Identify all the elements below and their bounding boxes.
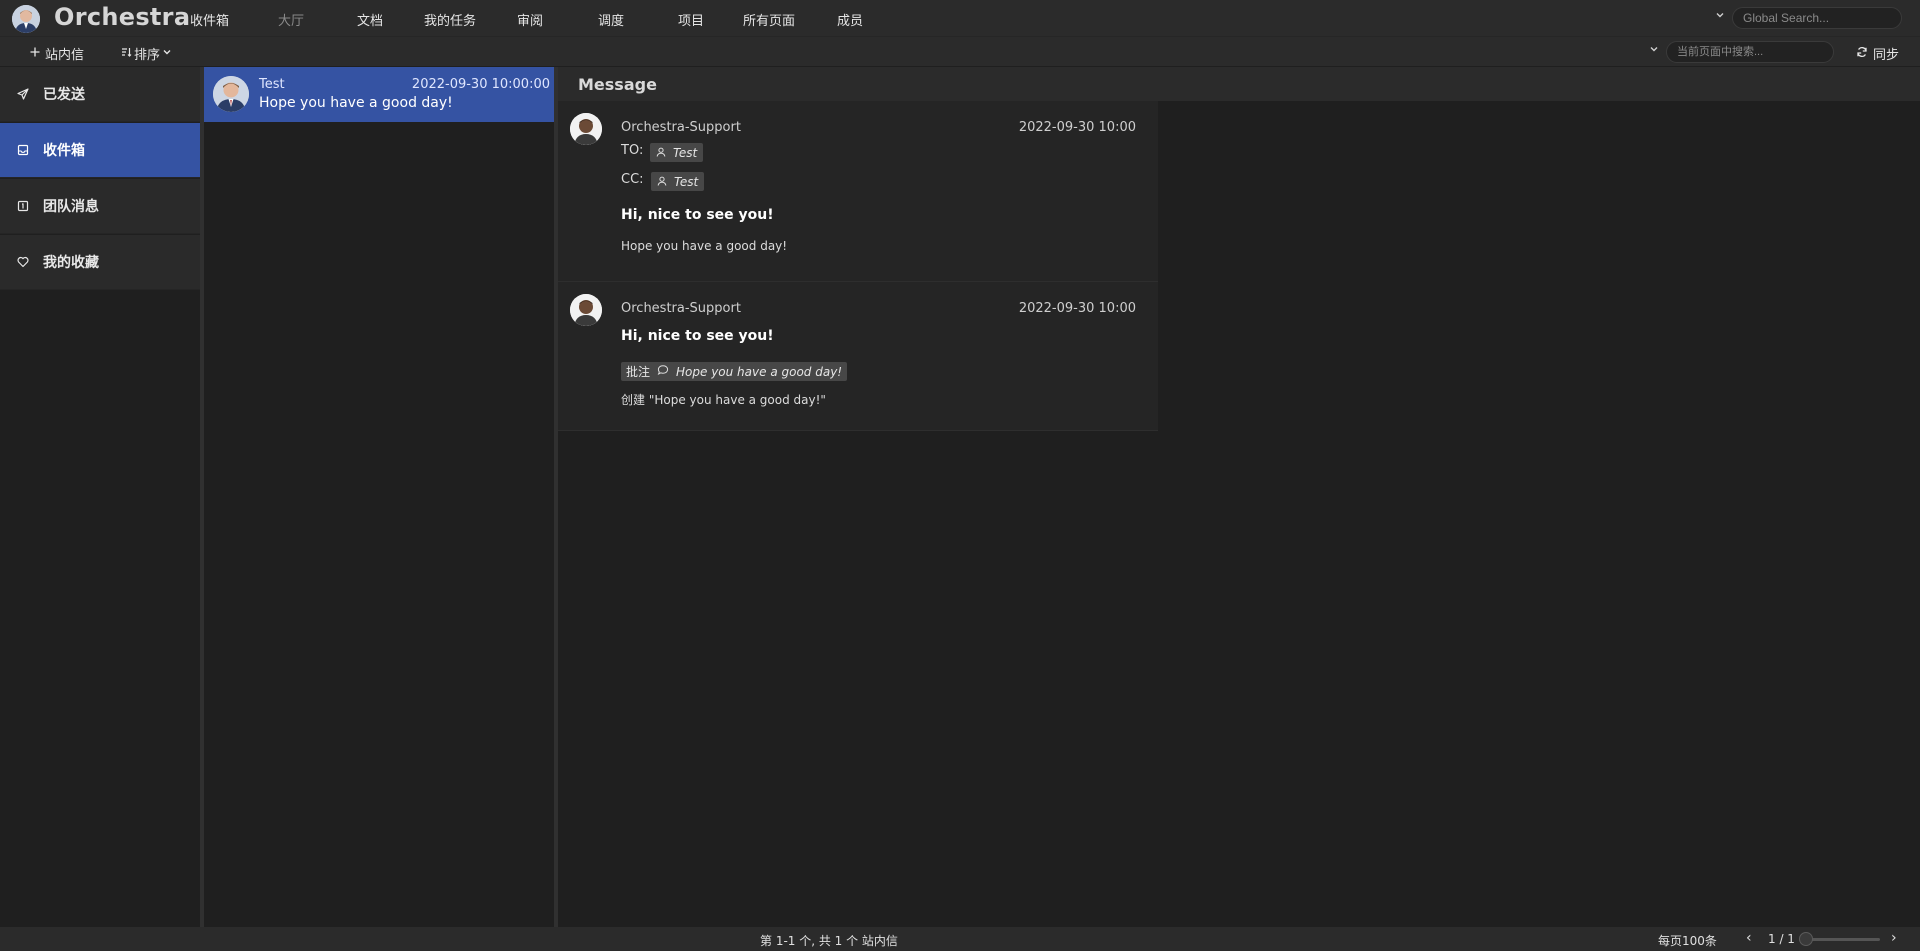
global-search	[1712, 7, 1904, 29]
entry-body: 创建 "Hope you have a good day!"	[621, 393, 826, 407]
nav-my-tasks[interactable]: 我的任务	[424, 10, 476, 29]
nav-projects[interactable]: 项目	[678, 10, 704, 29]
app-logo[interactable]: Orchestra	[54, 3, 190, 31]
annotation-text: Hope you have a good day!	[676, 364, 843, 379]
entry-headline: Hi, nice to see you!	[621, 207, 774, 223]
avatar	[570, 294, 602, 326]
entry-headline: Hi, nice to see you!	[621, 328, 774, 344]
message-list: Test 2022-09-30 10:00:00 Hope you have a…	[204, 67, 554, 927]
message-detail: Message Orchestra-Support 2022-09-30 10:…	[558, 67, 1920, 927]
annotation-label: 批注	[626, 365, 651, 379]
sidebar-item-favorites[interactable]: 我的收藏	[0, 235, 200, 290]
new-message-button[interactable]: 站内信	[30, 44, 84, 63]
page-size-selector[interactable]: 每页100条	[1658, 932, 1717, 949]
sidebar-item-label: 已发送	[43, 87, 85, 103]
chevron-down-icon[interactable]	[1712, 10, 1728, 26]
plus-icon	[30, 46, 40, 61]
message-sender: Test	[259, 77, 285, 92]
nav-all-pages[interactable]: 所有页面	[743, 10, 795, 29]
sidebar-item-label: 收件箱	[43, 143, 85, 159]
nav-inbox[interactable]: 收件箱	[190, 10, 229, 29]
thread-entry: Orchestra-Support 2022-09-30 10:00 TO: T…	[558, 101, 1158, 282]
entry-sender: Orchestra-Support	[621, 301, 741, 316]
sidebar-item-label: 我的收藏	[43, 255, 99, 271]
sidebar-item-sent[interactable]: 已发送	[0, 67, 200, 122]
message-thread: Orchestra-Support 2022-09-30 10:00 TO: T…	[558, 101, 1158, 431]
chevron-down-icon[interactable]	[1646, 44, 1662, 60]
entry-time: 2022-09-30 10:00	[1018, 301, 1136, 316]
team-message-icon	[17, 200, 29, 212]
message-time: 2022-09-30 10:00:00	[411, 77, 550, 92]
detail-header: Message	[558, 67, 1920, 101]
sync-label: 同步	[1873, 48, 1900, 63]
toolbar: 站内信 排序 同步	[0, 36, 1920, 66]
page-indicator: 1 / 1	[1768, 932, 1795, 946]
user-avatar[interactable]	[12, 5, 40, 33]
send-icon	[17, 88, 29, 100]
sort-button[interactable]: 排序	[120, 44, 172, 63]
annotation-tag[interactable]: 批注 Hope you have a good day!	[621, 362, 848, 381]
avatar	[570, 113, 602, 145]
nav-docs[interactable]: 文档	[357, 10, 383, 29]
message-subject: Hope you have a good day!	[259, 95, 453, 111]
page-slider-track[interactable]	[1804, 938, 1880, 941]
cc-name: Test	[674, 174, 699, 189]
sync-button[interactable]: 同步	[1856, 44, 1899, 63]
sort-icon	[120, 46, 132, 62]
to-label: TO:	[621, 143, 644, 158]
chevron-down-icon	[162, 46, 172, 61]
user-icon	[657, 175, 667, 189]
page-slider-handle[interactable]	[1799, 932, 1813, 946]
refresh-icon	[1856, 46, 1868, 62]
new-message-label: 站内信	[45, 48, 85, 63]
sort-label: 排序	[134, 48, 161, 63]
next-page-button[interactable]: ›	[1891, 930, 1897, 946]
nav-members[interactable]: 成员	[837, 10, 863, 29]
result-count: 第 1-1 个, 共 1 个 站内信	[760, 934, 898, 948]
cc-tag[interactable]: Test	[651, 172, 705, 191]
list-item[interactable]: Test 2022-09-30 10:00:00 Hope you have a…	[204, 67, 554, 122]
entry-time: 2022-09-30 10:00	[1018, 120, 1136, 135]
pagination-footer: 第 1-1 个, 共 1 个 站内信 每页100条 ‹ 1 / 1 ›	[0, 927, 1920, 951]
avatar	[213, 76, 249, 112]
page-title: Message	[578, 75, 657, 94]
page-search	[1646, 41, 1836, 63]
nav-lobby[interactable]: 大厅	[278, 10, 304, 29]
sidebar-item-team-messages[interactable]: 团队消息	[0, 179, 200, 234]
heart-icon	[17, 256, 29, 268]
cc-label: CC:	[621, 172, 644, 187]
page-search-input[interactable]	[1666, 41, 1834, 63]
inbox-icon	[17, 144, 29, 156]
sidebar: 已发送 收件箱 团队消息 我的收藏	[0, 67, 200, 927]
entry-sender: Orchestra-Support	[621, 120, 741, 135]
nav-schedule[interactable]: 调度	[598, 10, 624, 29]
recipient-name: Test	[673, 145, 698, 160]
recipient-tag[interactable]: Test	[650, 143, 704, 162]
global-search-input[interactable]	[1732, 7, 1902, 29]
sidebar-item-inbox[interactable]: 收件箱	[0, 123, 200, 178]
top-navigation: Orchestra 收件箱 大厅 文档 我的任务 审阅 调度 项目 所有页面 成…	[0, 0, 1920, 36]
comment-icon	[657, 364, 669, 379]
previous-page-button[interactable]: ‹	[1746, 930, 1752, 946]
sidebar-item-label: 团队消息	[43, 199, 99, 215]
user-icon	[656, 146, 666, 160]
thread-entry: Orchestra-Support 2022-09-30 10:00 Hi, n…	[558, 282, 1158, 431]
entry-body: Hope you have a good day!	[621, 239, 788, 253]
nav-review[interactable]: 审阅	[517, 10, 543, 29]
